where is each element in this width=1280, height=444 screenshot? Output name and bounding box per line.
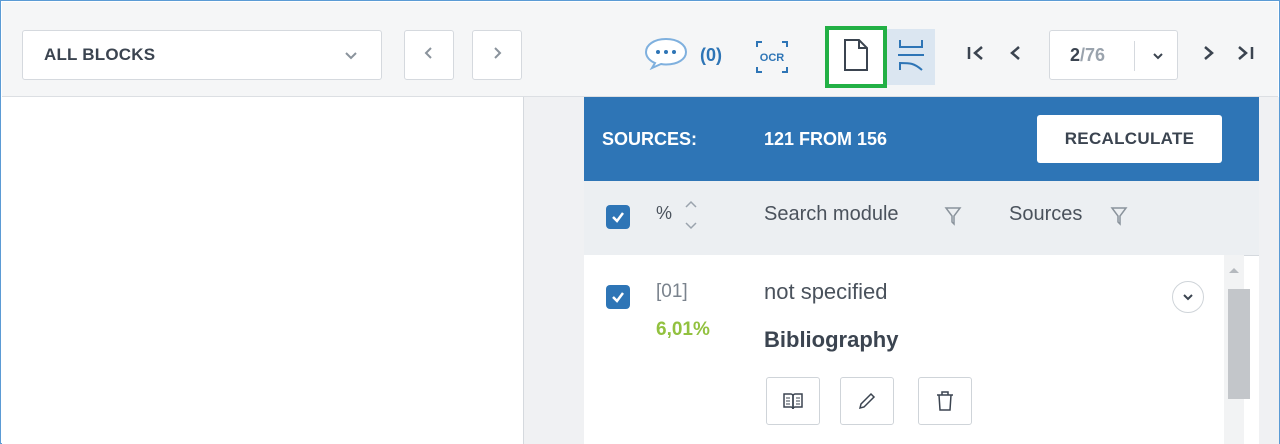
check-icon — [612, 212, 624, 223]
source-index: [01] — [656, 281, 688, 302]
sources-count: 121 FROM 156 — [764, 129, 888, 149]
book-icon — [783, 393, 803, 410]
source-row-checkbox[interactable] — [606, 285, 630, 309]
comments-button[interactable]: (0) — [642, 36, 722, 75]
percent-column-label: % — [656, 203, 673, 223]
filter-icon[interactable] — [944, 206, 962, 231]
chevron-left-icon — [422, 45, 436, 66]
ocr-button[interactable]: OCR — [754, 38, 790, 81]
sources-column-label: Sources — [1009, 203, 1083, 225]
sources-label: SOURCES: — [602, 129, 698, 149]
app-frame: ALL BLOCKS (0) OCR 2/76 SOURCES: 121 FRO… — [0, 0, 1280, 444]
ocr-icon: OCR — [756, 41, 788, 73]
split-view-button[interactable] — [887, 29, 935, 85]
check-icon — [612, 292, 624, 303]
next-block-button[interactable] — [472, 30, 522, 80]
document-view-button[interactable] — [825, 26, 887, 88]
prev-block-button[interactable] — [404, 30, 454, 80]
chevron-down-icon — [343, 48, 359, 69]
select-all-checkbox[interactable] — [606, 205, 630, 229]
page-indicator: 2/76 — [1070, 45, 1105, 66]
filter-icon[interactable] — [1110, 206, 1128, 231]
block-filter-value: ALL BLOCKS — [44, 45, 156, 64]
current-page: 2 — [1070, 45, 1081, 65]
document-panel — [2, 97, 523, 444]
view-source-button[interactable] — [766, 377, 820, 425]
expand-row-button[interactable] — [1172, 281, 1204, 313]
sort-icon[interactable] — [684, 197, 698, 240]
document-icon — [843, 38, 869, 77]
pencil-icon — [858, 392, 876, 410]
last-page-icon[interactable] — [1234, 42, 1256, 69]
chevron-down-icon[interactable] — [1150, 48, 1166, 69]
first-page-icon[interactable] — [966, 42, 988, 69]
delete-source-button[interactable] — [918, 377, 972, 425]
recalculate-button[interactable]: RECALCULATE — [1037, 115, 1222, 163]
chevron-down-icon — [1183, 294, 1193, 301]
comments-count: (0) — [700, 44, 722, 65]
right-gutter — [1259, 97, 1279, 444]
toolbar: ALL BLOCKS (0) OCR 2/76 — [2, 2, 1278, 97]
edit-source-button[interactable] — [840, 377, 894, 425]
sources-scrollbar[interactable] — [1224, 255, 1250, 444]
comment-icon — [642, 36, 690, 75]
search-module-column-label: Search module — [764, 203, 899, 225]
split-view-icon — [896, 37, 926, 78]
sources-panel: SOURCES: 121 FROM 156 RECALCULATE % Sear… — [584, 97, 1259, 444]
panel-gutter — [524, 97, 584, 444]
total-pages: /76 — [1080, 45, 1106, 65]
source-module: not specified — [764, 279, 888, 304]
scroll-up-icon[interactable] — [1228, 261, 1240, 279]
page-selector-divider — [1134, 41, 1135, 71]
chevron-right-icon — [490, 45, 504, 66]
source-row: [01] 6,01% not specified Bibliography — [584, 255, 1224, 444]
scrollbar-thumb[interactable] — [1228, 289, 1250, 399]
block-filter-dropdown[interactable]: ALL BLOCKS — [22, 30, 382, 80]
source-title[interactable]: Bibliography — [764, 327, 898, 353]
prev-page-icon[interactable] — [1006, 42, 1026, 69]
next-page-icon[interactable] — [1198, 42, 1218, 69]
page-selector[interactable]: 2/76 — [1049, 30, 1178, 80]
source-percent: 6,01% — [656, 319, 710, 340]
ocr-label: OCR — [760, 52, 785, 64]
trash-icon — [937, 391, 953, 411]
sources-column-header: % Search module Sources — [584, 181, 1259, 256]
sources-header: SOURCES: 121 FROM 156 RECALCULATE — [584, 97, 1259, 181]
